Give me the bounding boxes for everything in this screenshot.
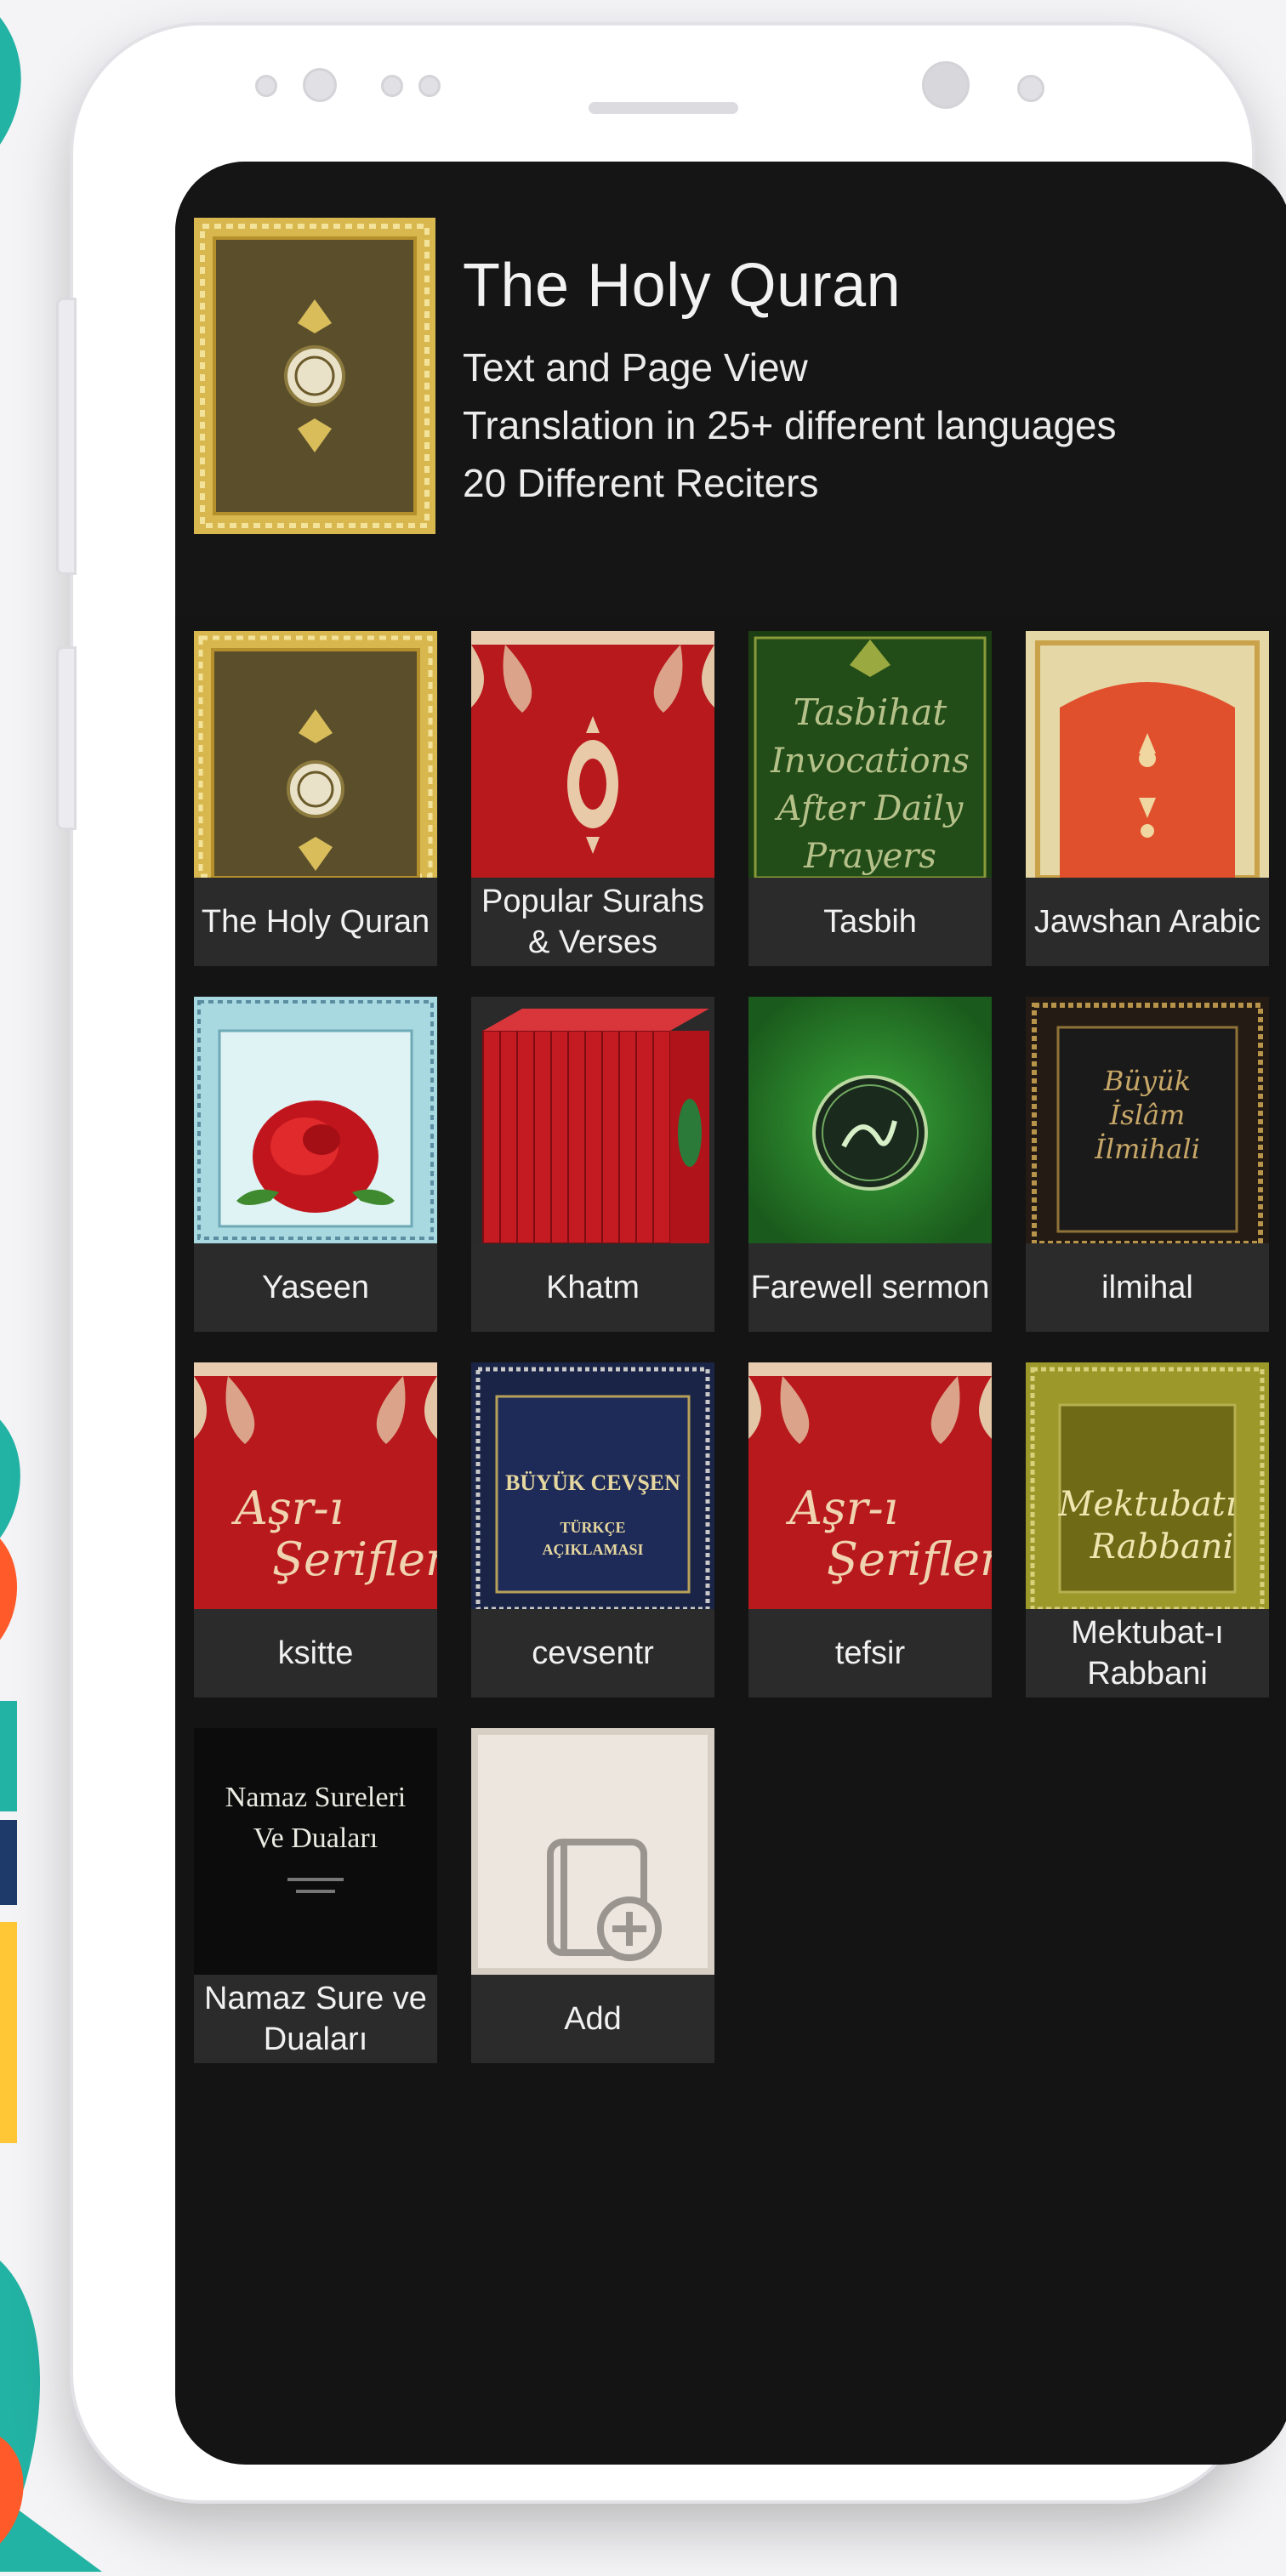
earpiece-speaker [589, 102, 738, 114]
black-gold-cover-image: Büyük İslâm İlmihali [1026, 997, 1269, 1243]
sensor-dot [381, 75, 403, 97]
book-tile-ksitte[interactable]: Aşr-ı Şerifler ksitte [194, 1362, 437, 1697]
app-screen: The Holy Quran Text and Page View Transl… [175, 162, 1286, 2465]
book-tile-ilmihal[interactable]: Büyük İslâm İlmihali ilmihal [1026, 997, 1269, 1332]
sensor-dot [418, 75, 441, 97]
add-book-button[interactable]: Add [471, 1728, 714, 2063]
cover-text: Aşr-ı [785, 1481, 898, 1535]
cover-text: Büyük [1103, 1065, 1191, 1097]
navy-cover-image: BÜYÜK CEVŞEN TÜRKÇE AÇIKLAMASI [471, 1362, 714, 1609]
feature-line: Text and Page View [463, 345, 808, 390]
cover-text: BÜYÜK CEVŞEN [505, 1470, 680, 1495]
cover-text: Rabbani [1090, 1527, 1234, 1567]
book-tile-mektubat-rabbani[interactable]: Mektubatı Rabbani Mektubat-ı Rabbani [1026, 1362, 1269, 1697]
book-label: Namaz Sure ve Duaları [204, 1981, 427, 2057]
book-tile-khatm[interactable]: Khatm [471, 997, 714, 1332]
cover-text: AÇIKLAMASI [542, 1541, 643, 1558]
cover-text: Prayers [803, 837, 936, 876]
book-label: The Holy Quran [201, 904, 430, 940]
book-tile-popular-surahs[interactable]: Popular Surahs & Verses [471, 631, 714, 966]
cover-text: Tasbihat [794, 691, 947, 733]
book-tile-tasbih[interactable]: Tasbihat Invocations After Daily Prayers… [748, 631, 992, 966]
quran-cover-image [194, 218, 435, 534]
book-tile-tefsir[interactable]: Aşr-ı Şerifler tefsir [748, 1362, 992, 1697]
cover-text: Aşr-ı [230, 1481, 344, 1535]
cover-text: İlmihali [1094, 1133, 1200, 1165]
cover-text: Invocations [770, 742, 970, 781]
book-set-cover-image [471, 997, 714, 1243]
book-tile-yaseen[interactable]: Yaseen [194, 997, 437, 1332]
featured-book-header[interactable]: The Holy Quran Text and Page View Transl… [175, 162, 1286, 617]
cover-text: TÜRKÇE [560, 1519, 625, 1536]
book-tile-cevsentr[interactable]: BÜYÜK CEVŞEN TÜRKÇE AÇIKLAMASI cevsentr [471, 1362, 714, 1697]
cover-text: Mektubatı [1057, 1485, 1236, 1524]
featured-title: The Holy Quran [463, 252, 902, 320]
cover-text: Namaz Sureleri [225, 1782, 406, 1813]
red-ornament-cover-image: Aşr-ı Şerifler [748, 1362, 992, 1609]
feature-line: 20 Different Reciters [463, 461, 819, 505]
book-tile-farewell-sermon[interactable]: Farewell sermon [748, 997, 992, 1332]
cover-text: Şerifler [272, 1533, 437, 1586]
book-label: Farewell sermon [750, 1270, 990, 1305]
rose-cover-image [194, 997, 437, 1243]
sensor-dot [1017, 75, 1044, 102]
book-label: Mektubat-ı Rabbani [1071, 1615, 1224, 1692]
book-label: Yaseen [261, 1270, 370, 1305]
orange-ornament-cover-image [1026, 631, 1269, 878]
red-ornament-cover-image: Aşr-ı Şerifler [194, 1362, 437, 1609]
add-book-icon [478, 1735, 708, 1968]
quran-cover-image [194, 631, 437, 878]
phone-frame: The Holy Quran Text and Page View Transl… [56, 26, 1286, 2500]
green-calligraphy-cover-image [748, 997, 992, 1243]
book-label: Jawshan Arabic [1033, 904, 1261, 940]
phone-top-bar [73, 26, 1252, 162]
green-cover-image: Tasbihat Invocations After Daily Prayers [748, 631, 992, 878]
volume-button [56, 298, 77, 575]
book-tile-holy-quran[interactable]: The Holy Quran [194, 631, 437, 966]
book-label: cevsentr [532, 1635, 654, 1671]
cover-text: İslâm [1109, 1099, 1186, 1131]
add-label: Add [564, 2001, 622, 2037]
add-cover-image [471, 1728, 714, 1975]
sensor-dot [255, 75, 277, 97]
camera-lens-icon [922, 61, 970, 109]
book-label: Khatm [546, 1270, 640, 1305]
book-label: Tasbih [823, 904, 917, 940]
book-tile-namaz-sure[interactable]: Namaz Sureleri Ve Duaları Namaz Sure ve … [194, 1728, 437, 2063]
book-label: ksitte [277, 1635, 354, 1671]
front-camera-icon [303, 68, 337, 102]
cover-text: Şerifler [827, 1533, 992, 1586]
black-cover-image: Namaz Sureleri Ve Duaları [194, 1728, 437, 1975]
book-label: Popular Surahs & Verses [481, 884, 704, 960]
feature-line: Translation in 25+ different languages [463, 403, 1117, 447]
olive-cover-image: Mektubatı Rabbani [1026, 1362, 1269, 1609]
book-tile-jawshan-arabic[interactable]: Jawshan Arabic [1026, 631, 1269, 966]
side-button [56, 646, 77, 830]
book-label: ilmihal [1101, 1270, 1193, 1305]
book-label: tefsir [834, 1635, 906, 1671]
red-ornament-cover-image [471, 631, 714, 878]
cover-text: After Daily [774, 789, 964, 828]
cover-text: Ve Duaları [253, 1823, 378, 1854]
